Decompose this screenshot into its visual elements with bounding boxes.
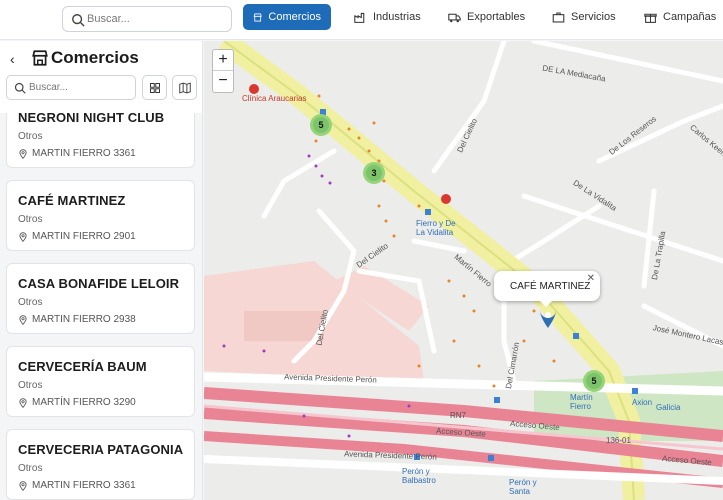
briefcase-icon: [552, 12, 565, 22]
gift-icon: [644, 13, 657, 23]
back-arrow-icon[interactable]: ‹: [10, 51, 15, 67]
factory-icon: [354, 12, 365, 23]
item-address: MARTIN FIERRO 2901: [18, 231, 136, 242]
tab-label: Comercios: [268, 11, 321, 23]
map-view[interactable]: Clínica Araucarias DE LA Mediacaña De Lo…: [204, 41, 723, 500]
sidebar: ‹ Comercios NEGRONI NIGHT CLUB Otros MAR…: [0, 41, 203, 500]
map-label: Perón y Santa: [509, 478, 537, 496]
truck-icon: [448, 13, 461, 22]
list-item[interactable]: CAFÉ MARTINEZ Otros MARTIN FIERRO 2901: [6, 180, 195, 251]
tab-label: Campañas: [663, 11, 717, 23]
popup-title: CAFÉ MARTINEZ: [510, 281, 591, 292]
grid-icon: [149, 82, 160, 93]
search-icon: [72, 14, 85, 27]
store-icon: [32, 50, 48, 66]
location-pin-icon: [19, 148, 27, 159]
tab-label: Industrias: [373, 11, 421, 23]
sidebar-title: Comercios: [51, 48, 139, 67]
item-category: Otros: [18, 463, 43, 474]
item-address: MARTIN FIERRO 3361: [18, 480, 136, 491]
tab-campanas[interactable]: Campañas: [634, 4, 723, 30]
map-label: Martín Fierro: [570, 393, 593, 411]
location-pin-icon: [19, 397, 27, 408]
tab-label: Servicios: [571, 11, 616, 23]
search-icon: [14, 82, 26, 94]
item-address-text: MARTIN FIERRO 2938: [32, 314, 136, 325]
store-icon: [253, 13, 262, 21]
list-item[interactable]: CASA BONAFIDE LELOIR Otros MARTIN FIERRO…: [6, 263, 195, 334]
zoom-in-button[interactable]: +: [213, 50, 233, 71]
tab-servicios[interactable]: Servicios: [542, 4, 626, 30]
map-label: Clínica Araucarias: [242, 94, 307, 103]
item-category: Otros: [18, 214, 43, 225]
zoom-control: + −: [212, 49, 234, 93]
item-address: MARTIN FIERRO 2938: [18, 314, 136, 325]
zoom-out-button[interactable]: −: [213, 71, 233, 92]
item-name: CERVECERÍA BAUM: [18, 359, 147, 374]
sidebar-header: ‹ Comercios: [0, 41, 202, 113]
map-cluster[interactable]: 5: [310, 114, 332, 136]
item-address: MARTÍN FIERRO 3290: [18, 397, 136, 408]
close-icon[interactable]: ✕: [587, 273, 595, 284]
item-category: Otros: [18, 380, 43, 391]
grid-view-button[interactable]: [142, 75, 167, 100]
item-address-text: MARTIN FIERRO 3361: [32, 148, 136, 159]
item-address-text: MARTIN FIERRO 3361: [32, 480, 136, 491]
item-category: Otros: [18, 297, 43, 308]
location-pin-icon: [19, 231, 27, 242]
map-label: RN7: [450, 411, 467, 420]
item-address-text: MARTIN FIERRO 2901: [32, 231, 136, 242]
tab-industrias[interactable]: Industrias: [344, 4, 431, 30]
map-cluster[interactable]: 3: [363, 162, 385, 184]
item-name: CERVECERIA PATAGONIA: [18, 442, 184, 457]
tab-comercios[interactable]: Comercios: [243, 4, 331, 30]
sidebar-search-input[interactable]: [29, 79, 133, 96]
map-label: Galicia: [656, 403, 681, 412]
top-bar: Comercios Industrias Exportables Servici…: [0, 0, 723, 40]
map-icon: [178, 82, 191, 93]
global-search-box[interactable]: [62, 6, 232, 32]
marker-popup: CAFÉ MARTINEZ ✕: [494, 271, 600, 307]
map-label: Axion: [632, 398, 653, 407]
map-cluster[interactable]: 5: [583, 370, 605, 392]
list-item[interactable]: CERVECERIA PATAGONIA Otros MARTIN FIERRO…: [6, 429, 195, 500]
item-name: CASA BONAFIDE LELOIR: [18, 276, 180, 291]
list-item[interactable]: CERVECERÍA BAUM Otros MARTÍN FIERRO 3290: [6, 346, 195, 417]
map-label: Fierro y De La Vidalita: [416, 219, 456, 237]
map-label: 136-01: [606, 436, 631, 445]
location-pin-icon: [19, 314, 27, 325]
map-view-button[interactable]: [172, 75, 197, 100]
map-label: Perón y Balbastro: [402, 467, 436, 485]
tab-exportables[interactable]: Exportables: [438, 4, 535, 30]
location-pin-icon: [19, 480, 27, 491]
item-category: Otros: [18, 131, 43, 142]
item-name: CAFÉ MARTINEZ: [18, 193, 126, 208]
global-search-input[interactable]: [87, 10, 227, 28]
item-address: MARTIN FIERRO 3361: [18, 148, 136, 159]
item-address-text: MARTÍN FIERRO 3290: [32, 397, 136, 408]
tab-label: Exportables: [467, 11, 526, 23]
sidebar-search-box[interactable]: [6, 75, 136, 100]
